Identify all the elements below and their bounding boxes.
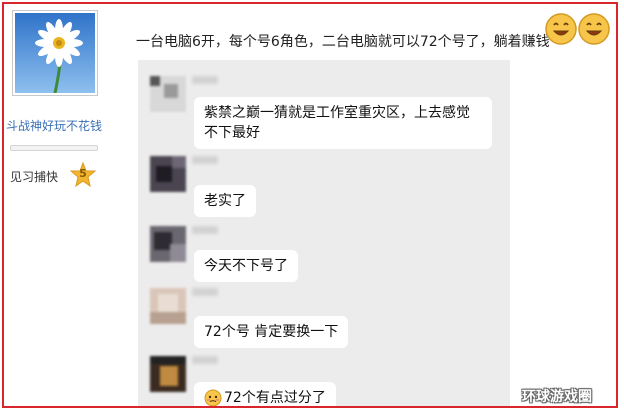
blurred-nickname xyxy=(192,76,218,84)
post-content: 一台电脑6开，每个号6角色，二台电脑就可以72个号了，躺着赚钱 xyxy=(136,34,550,50)
username-link[interactable]: 斗战神好玩不花钱 xyxy=(6,117,102,134)
rank-level: 5 xyxy=(79,167,87,180)
user-avatar[interactable] xyxy=(12,10,98,96)
chat-message: 老实了 xyxy=(194,185,256,217)
blurred-avatar xyxy=(150,156,186,192)
watermark-text: 环球游戏圈 xyxy=(522,389,592,405)
chat-message: 紫禁之巅一猜就是工作室重灾区，上去感觉不下最好 xyxy=(194,97,492,149)
chat-message-text: 72个有点过分了 xyxy=(224,390,326,406)
chat-message: 今天不下号了 xyxy=(194,250,298,282)
rank-title: 见习捕快 xyxy=(10,170,59,184)
rank-star-badge: 5 xyxy=(70,162,96,188)
blurred-avatar xyxy=(150,356,186,392)
blurred-nickname xyxy=(192,226,218,234)
blurred-nickname xyxy=(192,356,218,364)
blurred-avatar xyxy=(150,288,186,324)
smiley-emoji-icon xyxy=(544,12,578,46)
blurred-nickname xyxy=(192,156,218,164)
smiley-emoji-icon xyxy=(577,12,611,46)
chat-message: 72个有点过分了 xyxy=(194,382,336,406)
blurred-nickname xyxy=(192,288,218,296)
profile-progress-bar xyxy=(10,145,98,151)
post-frame: 斗战神好玩不花钱 见习捕快 5 一台电脑6开，每个号6角色，二台电脑就可以72个… xyxy=(2,2,618,408)
embarrassed-emoji-icon xyxy=(204,389,222,406)
chat-message: 72个号 肯定要换一下 xyxy=(194,316,349,348)
daisy-avatar-image xyxy=(15,13,95,93)
blurred-avatar xyxy=(150,76,186,112)
blurred-avatar xyxy=(150,226,186,262)
